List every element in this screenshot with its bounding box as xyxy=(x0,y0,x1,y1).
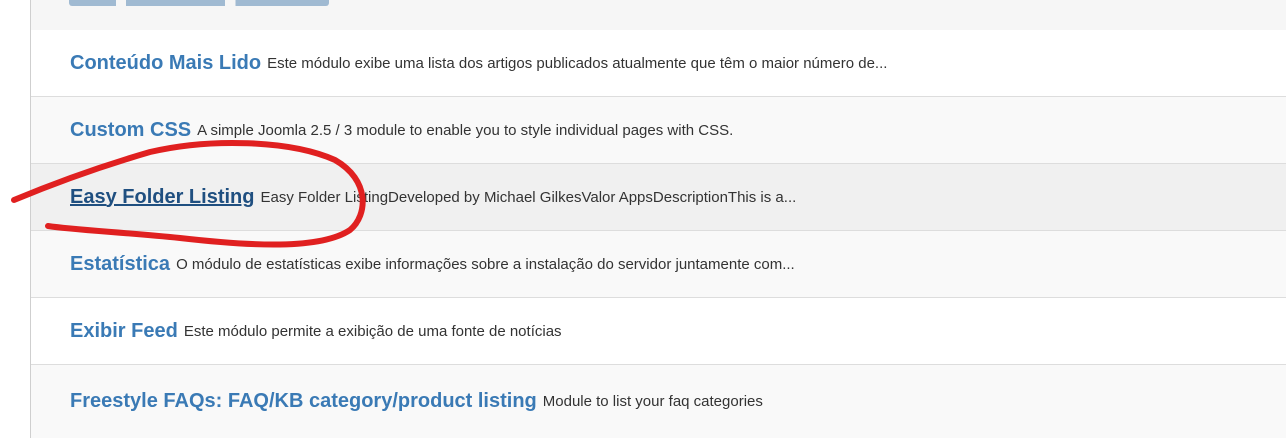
module-description: O módulo de estatísticas exibe informaçõ… xyxy=(176,255,795,273)
module-picker-page: Conteúdo Mais Lido Este módulo exibe uma… xyxy=(0,0,1286,438)
list-item[interactable]: Exibir Feed Este módulo permite a exibiç… xyxy=(31,298,1286,365)
clipped-list-item[interactable] xyxy=(31,0,1286,31)
list-item[interactable]: Estatística O módulo de estatísticas exi… xyxy=(31,231,1286,298)
module-description: A simple Joomla 2.5 / 3 module to enable… xyxy=(197,121,734,139)
module-title-link[interactable]: Exibir Feed xyxy=(70,320,178,343)
module-title-link[interactable]: Estatística xyxy=(70,253,170,276)
list-item[interactable]: Conteúdo Mais Lido Este módulo exibe uma… xyxy=(31,30,1286,97)
module-title-link[interactable]: Easy Folder Listing xyxy=(70,186,254,209)
module-description: Este módulo exibe uma lista dos artigos … xyxy=(267,54,888,72)
module-title-link[interactable]: Freestyle FAQs: FAQ/KB category/product … xyxy=(70,390,537,413)
list-item-highlighted[interactable]: Easy Folder Listing Easy Folder ListingD… xyxy=(31,164,1286,231)
module-title-link[interactable]: Custom CSS xyxy=(70,119,191,142)
list-item[interactable]: Custom CSS A simple Joomla 2.5 / 3 modul… xyxy=(31,97,1286,164)
module-description: Easy Folder ListingDeveloped by Michael … xyxy=(260,188,797,206)
module-description: Module to list your faq categories xyxy=(542,393,763,410)
clipped-title-fragment xyxy=(69,0,329,6)
list-item[interactable]: Freestyle FAQs: FAQ/KB category/product … xyxy=(31,365,1286,438)
module-list: Conteúdo Mais Lido Este módulo exibe uma… xyxy=(31,0,1286,438)
module-description: Este módulo permite a exibição de uma fo… xyxy=(183,322,562,340)
module-title-link[interactable]: Conteúdo Mais Lido xyxy=(70,52,261,75)
